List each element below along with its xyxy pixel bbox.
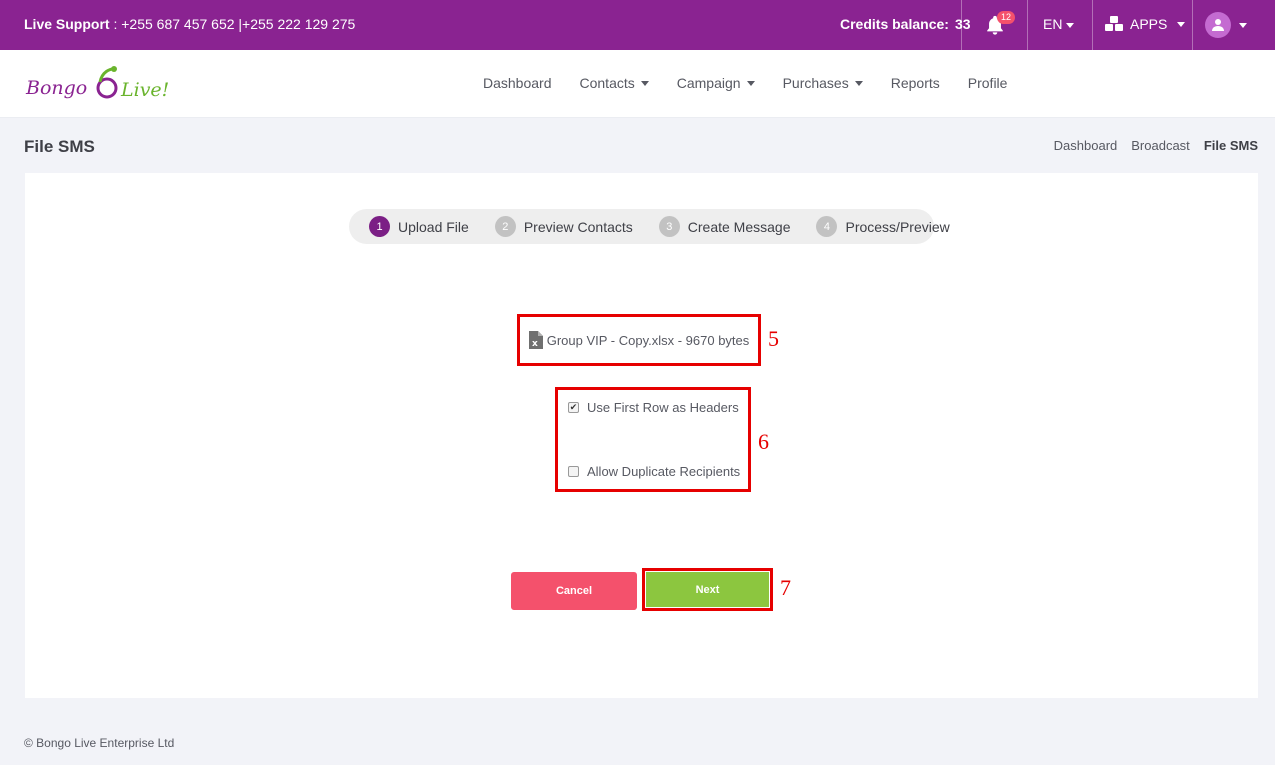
credits-value: 33: [954, 16, 971, 32]
svg-text:x: x: [532, 339, 538, 349]
topbar-divider: [1027, 0, 1028, 50]
nav-dashboard[interactable]: Dashboard: [483, 75, 552, 91]
step-upload-file[interactable]: 1 Upload File: [369, 216, 469, 237]
chevron-down-icon: [1066, 22, 1075, 28]
user-menu[interactable]: [1205, 12, 1247, 38]
breadcrumb-broadcast[interactable]: Broadcast: [1131, 138, 1190, 153]
page-title: File SMS: [24, 137, 95, 156]
step-preview-contacts[interactable]: 2 Preview Contacts: [494, 216, 633, 237]
top-bar: Live Support : +255 687 457 652 |+255 22…: [0, 0, 1275, 50]
topbar-divider: [1192, 0, 1193, 50]
nav-dashboard-label: Dashboard: [483, 75, 552, 91]
allow-duplicates-option[interactable]: Allow Duplicate Recipients: [568, 464, 740, 479]
nav-contacts-label: Contacts: [579, 75, 635, 91]
step-label: Create Message: [687, 218, 791, 235]
language-dropdown[interactable]: EN: [1043, 16, 1075, 32]
annotation-number: 5: [768, 326, 779, 351]
user-icon: [1212, 19, 1224, 31]
notification-badge: 12: [997, 11, 1016, 24]
step-create-message[interactable]: 3 Create Message: [658, 216, 791, 237]
nav-profile-label: Profile: [967, 75, 1008, 91]
bongo-live-logo[interactable]: Bongo Live!: [24, 58, 184, 110]
breadcrumb-dashboard[interactable]: Dashboard: [1054, 138, 1118, 153]
nav-campaign-label: Campaign: [676, 75, 741, 91]
footer-copyright: © Bongo Live Enterprise Ltd: [24, 736, 175, 750]
live-support-phones: : +255 687 457 652 |+255 222 129 275: [113, 16, 356, 32]
credits-balance: Credits balance: 33: [834, 16, 971, 32]
main-header: Bongo Live! Dashboard Contacts Campaign …: [0, 50, 1275, 118]
svg-text:Bongo: Bongo: [25, 77, 87, 99]
step-label: Upload File: [398, 218, 469, 235]
step-number: 2: [494, 216, 516, 237]
nav-contacts[interactable]: Contacts: [580, 75, 649, 91]
chevron-down-icon: [1177, 21, 1186, 27]
breadcrumb: Dashboard Broadcast File SMS: [1054, 138, 1258, 153]
nav-campaign[interactable]: Campaign: [677, 75, 755, 91]
first-row-headers-option[interactable]: ✔ Use First Row as Headers: [568, 400, 739, 415]
next-button[interactable]: Next: [646, 572, 769, 607]
svg-text:Live!: Live!: [120, 79, 169, 101]
live-support-label: Live Support: [24, 16, 110, 32]
cubes-icon: [1105, 16, 1123, 31]
file-options: ✔ Use First Row as Headers Allow Duplica…: [555, 387, 751, 492]
nav-reports-label: Reports: [890, 75, 940, 91]
first-row-headers-label: Use First Row as Headers: [587, 400, 739, 415]
allow-duplicates-checkbox[interactable]: [568, 466, 579, 477]
topbar-divider: [961, 0, 962, 50]
apps-dropdown[interactable]: APPS: [1104, 16, 1186, 32]
step-number: 3: [658, 216, 680, 237]
chevron-down-icon: [1239, 22, 1247, 28]
excel-file-icon: x: [528, 331, 543, 349]
chevron-down-icon: [854, 80, 863, 86]
nav-purchases[interactable]: Purchases: [783, 75, 863, 91]
credits-label: Credits balance:: [840, 16, 949, 32]
main-nav: Dashboard Contacts Campaign Purchases Re…: [483, 75, 1035, 91]
cancel-button[interactable]: Cancel: [511, 572, 637, 610]
avatar: [1205, 12, 1231, 38]
language-label: EN: [1043, 16, 1063, 32]
chevron-down-icon: [746, 80, 755, 86]
breadcrumb-file-sms: File SMS: [1203, 138, 1258, 153]
annotation-number: 6: [758, 429, 769, 454]
apps-label: APPS: [1130, 16, 1168, 32]
step-label: Preview Contacts: [523, 218, 633, 235]
annotation-number: 7: [780, 575, 791, 600]
step-number: 1: [369, 216, 390, 237]
file-name-size: Group VIP - Copy.xlsx - 9670 bytes: [546, 332, 750, 348]
wizard-steps: 1 Upload File 2 Preview Contacts 3 Creat…: [349, 209, 950, 244]
step-process-preview[interactable]: 4 Process/Preview: [816, 216, 950, 237]
step-number: 4: [816, 216, 838, 237]
nav-purchases-label: Purchases: [782, 75, 849, 91]
chevron-down-icon: [640, 80, 649, 86]
first-row-headers-checkbox[interactable]: ✔: [568, 402, 579, 413]
nav-reports[interactable]: Reports: [891, 75, 940, 91]
uploaded-file: x Group VIP - Copy.xlsx - 9670 bytes: [517, 314, 761, 366]
live-support: Live Support : +255 687 457 652 |+255 22…: [24, 16, 355, 32]
allow-duplicates-label: Allow Duplicate Recipients: [587, 464, 741, 479]
topbar-divider: [1092, 0, 1093, 50]
step-label: Process/Preview: [845, 218, 950, 235]
nav-profile[interactable]: Profile: [968, 75, 1008, 91]
